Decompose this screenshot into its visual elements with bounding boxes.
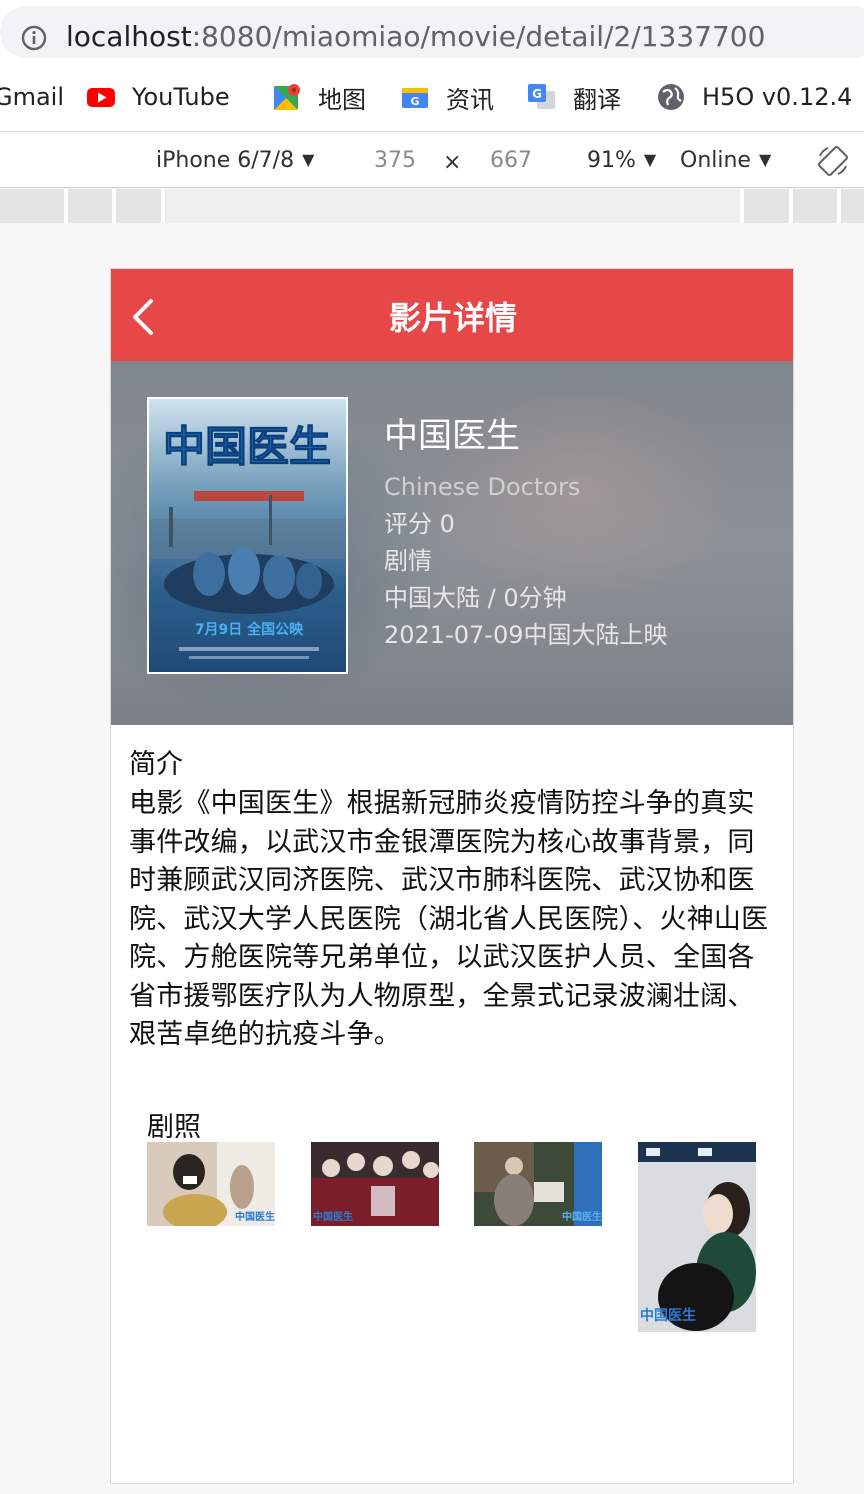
- ruler-divider: [740, 189, 744, 223]
- url-field[interactable]: localhost:8080/miaomiao/movie/detail/2/1…: [0, 6, 864, 58]
- movie-poster: 中国医生 7月9日 全国公映: [147, 397, 348, 674]
- movie-english-title: Chinese Doctors: [384, 473, 581, 501]
- still-image[interactable]: 中国医生: [474, 1142, 602, 1226]
- bookmark-news[interactable]: G 资讯: [400, 80, 494, 114]
- news-icon: G: [402, 88, 428, 108]
- app-header: 影片详情: [111, 269, 793, 361]
- youtube-icon: [87, 88, 115, 107]
- svg-text:中国医生: 中国医生: [640, 1307, 696, 1324]
- chevron-down-icon: ▼: [302, 150, 315, 169]
- bookmark-translate[interactable]: G 翻译: [527, 80, 621, 114]
- zoom-select[interactable]: 91% ▼: [587, 148, 656, 173]
- movie-intro: 简介 电影《中国医生》根据新冠肺炎疫情防控斗争的真实事件改编，以武汉市金银潭医院…: [129, 745, 779, 1055]
- svg-text:G: G: [532, 87, 542, 101]
- page-title: 影片详情: [388, 299, 517, 337]
- svg-text:中国医生: 中国医生: [235, 1210, 275, 1223]
- bookmark-youtube[interactable]: YouTube: [86, 80, 230, 114]
- maps-icon: [274, 84, 300, 110]
- movie-info: 中国医生 Chinese Doctors 评分 0 剧情 中国大陆 / 0分钟 …: [384, 411, 784, 654]
- height-input[interactable]: 667: [490, 148, 532, 173]
- ruler-divider: [789, 189, 793, 223]
- bookmark-label: 翻译: [573, 85, 621, 114]
- rotate-icon[interactable]: [816, 144, 850, 178]
- movie-score: 评分 0: [384, 510, 455, 538]
- intro-heading: 简介: [129, 749, 183, 780]
- media-query-bar[interactable]: [0, 189, 864, 223]
- dimension-separator: ×: [443, 150, 462, 175]
- ruler-divider: [64, 189, 68, 223]
- movie-hero: 中国医生 7月9日 全国公映 中国医生 Chinese Doctors 评分 0…: [111, 361, 793, 725]
- stills-heading: 剧照: [147, 1112, 201, 1143]
- network-throttle-select[interactable]: Online ▼: [680, 148, 771, 173]
- svg-text:7月9日 全国公映: 7月9日 全国公映: [195, 621, 304, 638]
- still-image[interactable]: 中国医生: [311, 1142, 439, 1226]
- info-icon[interactable]: [20, 24, 48, 52]
- ruler-segment[interactable]: [166, 189, 740, 223]
- width-input[interactable]: 375: [374, 148, 416, 173]
- movie-region-duration: 中国大陆 / 0分钟: [384, 584, 567, 612]
- svg-text:中国医生: 中国医生: [313, 1210, 353, 1223]
- ruler-divider: [112, 189, 116, 223]
- intro-text: 电影《中国医生》根据新冠肺炎疫情防控斗争的真实事件改编，以武汉市金银潭医院为核心…: [129, 788, 769, 1050]
- still-image[interactable]: 中国医生: [147, 1142, 275, 1226]
- device-toolbar: iPhone 6/7/8 ▼ 375 × 667 91% ▼ Online ▼: [0, 134, 864, 188]
- url-text[interactable]: localhost:8080/miaomiao/movie/detail/2/1…: [66, 20, 765, 53]
- bookmark-label: 资讯: [446, 85, 494, 114]
- chevron-down-icon: ▼: [758, 150, 772, 169]
- bookmarks-bar: Gmail YouTube 地图 G 资讯 G 翻译 H5O v0.12.4: [0, 62, 864, 132]
- svg-text:G: G: [410, 95, 419, 108]
- device-viewport: 影片详情 中国医生 7月9日 全国公映 中国医生 Chinese Doctors…: [110, 268, 794, 1484]
- still-image[interactable]: 中国医生: [638, 1142, 756, 1332]
- globe-icon: [658, 84, 684, 110]
- bookmark-label: Gmail: [0, 83, 65, 111]
- chevron-down-icon: ▼: [643, 150, 657, 169]
- svg-text:中国医生: 中国医生: [163, 422, 331, 471]
- movie-release-date: 2021-07-09中国大陆上映: [384, 621, 668, 649]
- ruler-divider: [161, 189, 165, 223]
- device-select[interactable]: iPhone 6/7/8 ▼: [156, 148, 314, 173]
- movie-genre: 剧情: [384, 547, 432, 575]
- svg-text:中国医生: 中国医生: [562, 1210, 602, 1223]
- address-bar: localhost:8080/miaomiao/movie/detail/2/1…: [0, 0, 864, 62]
- bookmark-label: H5O v0.12.4: [702, 83, 853, 111]
- movie-title: 中国医生: [384, 416, 520, 456]
- bookmark-maps[interactable]: 地图: [272, 80, 366, 114]
- bookmark-h5o[interactable]: H5O v0.12.4: [656, 80, 852, 114]
- ruler-divider: [837, 189, 841, 223]
- translate-icon: G: [528, 84, 555, 109]
- stills-gallery: 中国医生 中国医生 中国医生 中国医生: [147, 1142, 767, 1342]
- bookmark-label: YouTube: [132, 83, 230, 111]
- bookmark-gmail[interactable]: Gmail: [0, 80, 64, 114]
- bookmark-label: 地图: [318, 85, 366, 114]
